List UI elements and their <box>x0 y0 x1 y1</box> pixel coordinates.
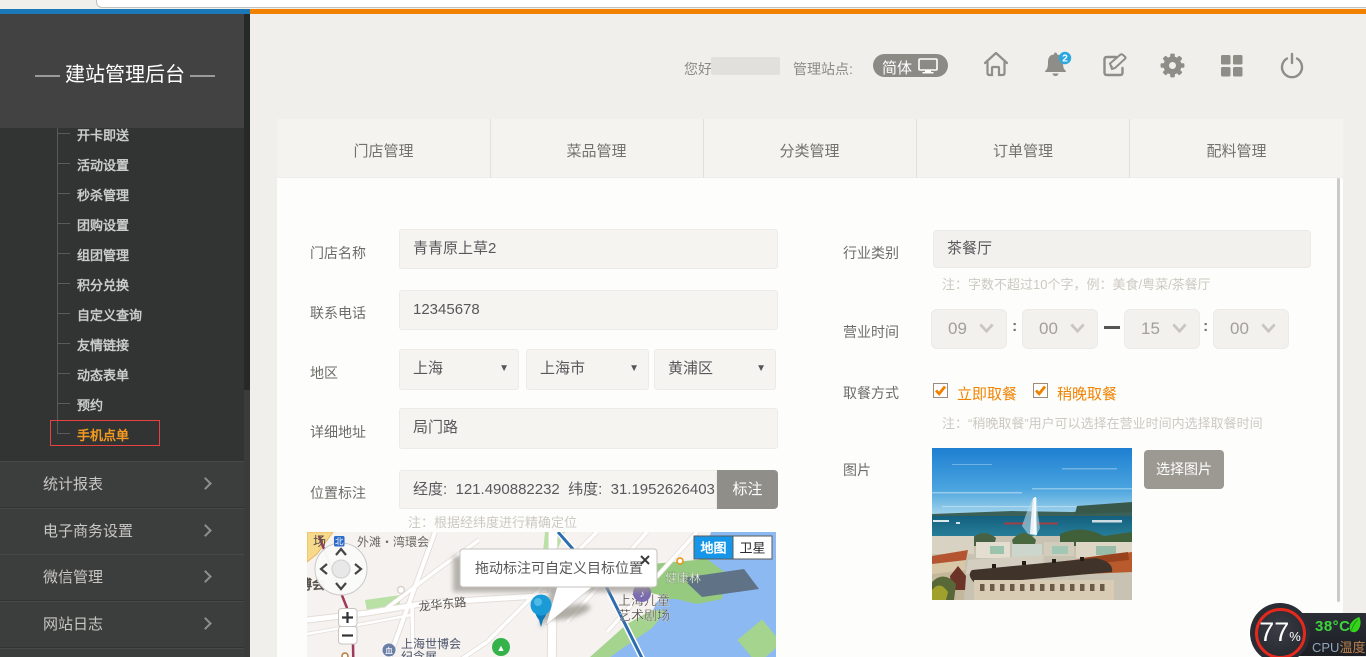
svg-text:北: 北 <box>335 537 344 547</box>
svg-text:健康林: 健康林 <box>665 570 701 585</box>
svg-text:外滩・湾環会: 外滩・湾環会 <box>357 534 429 549</box>
svg-text:场: 场 <box>313 534 326 549</box>
svg-text:上海世博会: 上海世博会 <box>401 636 461 651</box>
svg-text:卫星: 卫星 <box>739 541 765 556</box>
svg-text:艺术剧场: 艺术剧场 <box>618 608 670 623</box>
svg-text:地图: 地图 <box>700 541 726 556</box>
svg-text:2: 2 <box>1062 53 1068 64</box>
svg-text:纪念展: 纪念展 <box>401 649 437 657</box>
svg-text:血: 血 <box>385 646 393 656</box>
svg-text:拖动标注可自定义目标位置: 拖动标注可自定义目标位置 <box>475 560 643 576</box>
svg-text:▲: ▲ <box>497 643 506 653</box>
